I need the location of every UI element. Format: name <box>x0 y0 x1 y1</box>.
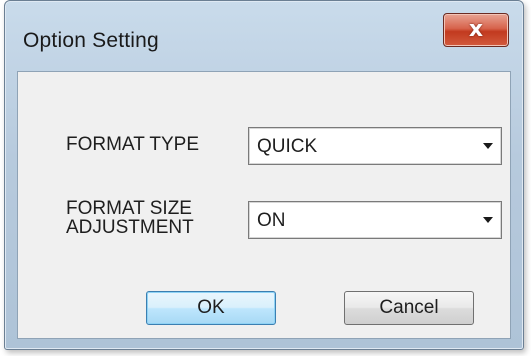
format-type-dropdown[interactable]: QUICK <box>248 127 502 165</box>
title-bar[interactable]: Option Setting x <box>5 1 523 71</box>
dialog-body: FORMAT TYPE QUICK FORMAT SIZE ADJUSTMENT… <box>17 71 511 339</box>
format-size-dropdown[interactable]: ON <box>248 201 502 239</box>
format-type-label: FORMAT TYPE <box>66 134 200 155</box>
cancel-button[interactable]: Cancel <box>344 291 474 325</box>
close-icon: x <box>468 17 484 42</box>
chevron-down-icon[interactable] <box>483 217 493 223</box>
format-size-value: ON <box>257 210 286 231</box>
dialog-title: Option Setting <box>23 29 159 52</box>
format-size-label-line2: ADJUSTMENT <box>66 217 194 238</box>
chevron-down-icon[interactable] <box>483 143 493 149</box>
format-size-label-line1: FORMAT SIZE <box>66 198 192 219</box>
option-setting-dialog: Option Setting x FORMAT TYPE QUICK FORMA… <box>4 0 524 350</box>
ok-button[interactable]: OK <box>146 291 276 325</box>
close-button[interactable]: x <box>443 13 509 47</box>
format-type-value: QUICK <box>257 136 318 157</box>
